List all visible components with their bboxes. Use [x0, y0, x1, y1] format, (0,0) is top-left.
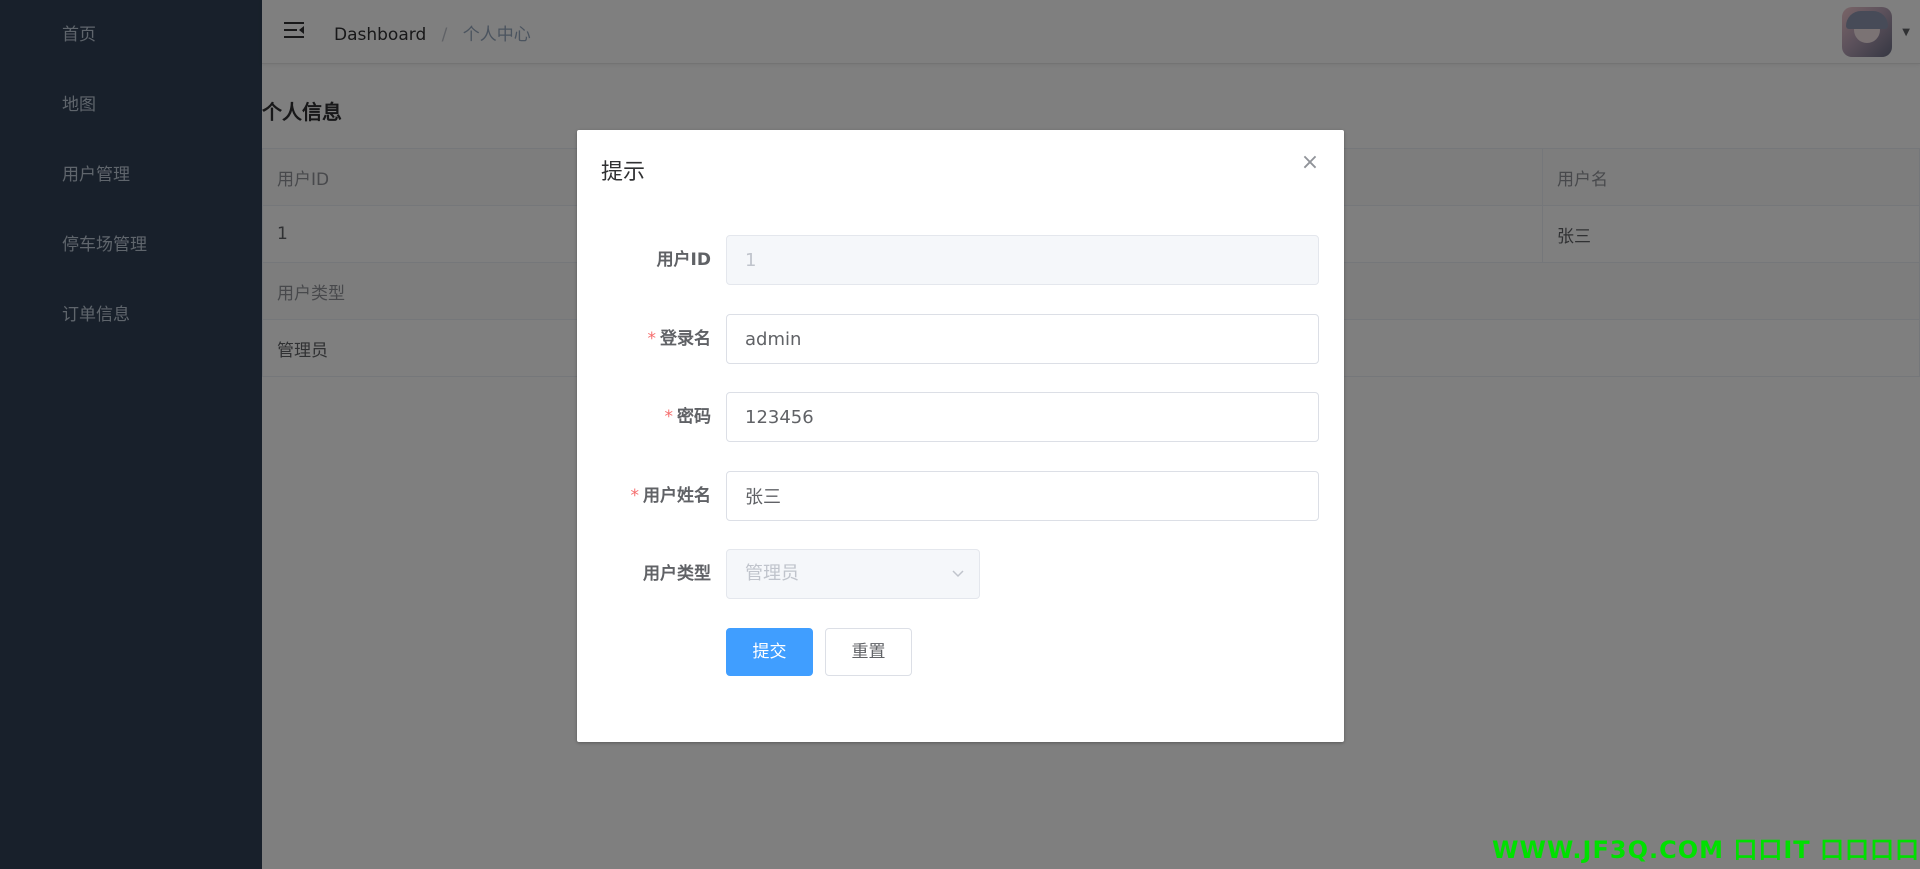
- watermark: WWW.JF3Q.COM 口口IT 口口口口: [1491, 836, 1920, 864]
- close-icon[interactable]: ×: [1300, 152, 1320, 174]
- form-row-password: * 密码: [577, 392, 1344, 442]
- required-mark: *: [664, 407, 674, 427]
- required-mark: *: [630, 486, 640, 506]
- user-id-label: 用户ID: [577, 235, 711, 285]
- form-row-real-name: * 用户姓名: [577, 471, 1344, 521]
- submit-button[interactable]: 提交: [726, 628, 813, 676]
- form-row-user-type: 用户类型 管理员: [577, 549, 1344, 599]
- user-type-label: 用户类型: [577, 549, 711, 599]
- user-type-label-text: 用户类型: [643, 564, 711, 584]
- form-row-login-name: * 登录名: [577, 314, 1344, 364]
- real-name-label-text: 用户姓名: [643, 486, 711, 506]
- password-label-text: 密码: [677, 407, 711, 427]
- real-name-input[interactable]: [726, 471, 1319, 521]
- login-name-label: * 登录名: [577, 314, 712, 364]
- app: 首页 地图 用户管理 停车场管理 订单信息 Das: [0, 0, 1920, 869]
- reset-button[interactable]: 重置: [825, 628, 912, 676]
- form-actions: 提交 重置: [577, 628, 1344, 678]
- login-name-input[interactable]: [726, 314, 1319, 364]
- user-type-select-value: 管理员: [745, 563, 799, 584]
- edit-profile-dialog: 提示 × 用户ID *登录名 *密码 *用户姓名: [577, 130, 1344, 742]
- user-id-input: [726, 235, 1319, 285]
- real-name-label: * 用户姓名: [577, 471, 712, 521]
- form-row-user-id: 用户ID: [577, 235, 1344, 285]
- login-name-label-text: 登录名: [660, 329, 711, 349]
- user-id-label-text: 用户ID: [656, 250, 711, 270]
- dialog-title: 提示: [601, 160, 646, 185]
- chevron-down-icon: [951, 550, 965, 618]
- user-type-select: 管理员: [726, 549, 980, 599]
- required-mark: *: [647, 329, 657, 349]
- password-input[interactable]: [726, 392, 1319, 442]
- password-label: * 密码: [577, 392, 712, 442]
